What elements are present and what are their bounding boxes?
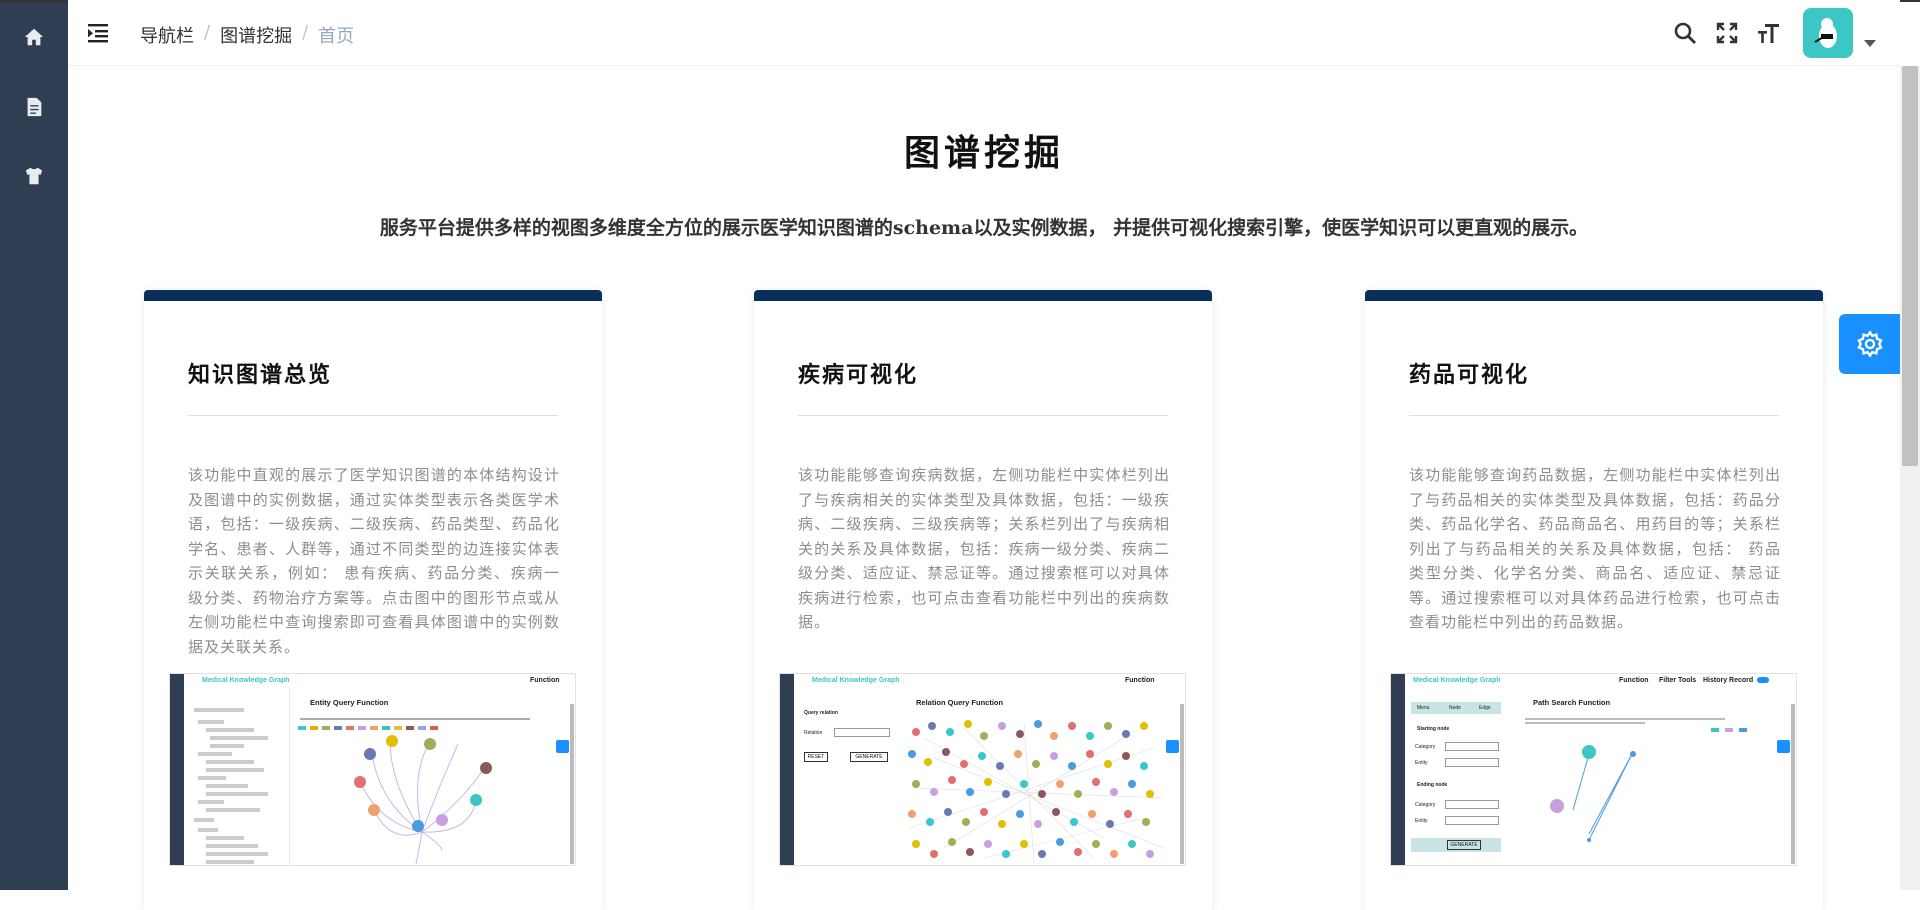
screenshot-gear-icon xyxy=(556,740,569,753)
sidebar-item-document[interactable] xyxy=(0,87,68,127)
screenshot-category-label: Category xyxy=(1415,744,1436,750)
screenshot-entity-label: Entity xyxy=(1415,760,1428,766)
search-icon xyxy=(1674,22,1696,44)
avatar-image-icon xyxy=(1814,18,1837,48)
sidebar xyxy=(0,0,68,890)
screenshot-generate-bar: GENERATE xyxy=(1411,838,1501,852)
screenshot-function-menu: Function xyxy=(1125,677,1155,684)
font-size-icon xyxy=(1758,24,1779,43)
screenshot-tab-node: Node xyxy=(1449,705,1461,711)
hamburger-button[interactable] xyxy=(86,20,112,46)
search-button[interactable] xyxy=(1670,18,1700,48)
screenshot-logo: Medical Knowledge Graph xyxy=(1413,677,1501,684)
screenshot-category-select-2 xyxy=(1445,800,1499,809)
screenshot-generate-button: GENERATE xyxy=(1447,840,1481,850)
screenshot-tab-menu: Menu xyxy=(1417,705,1430,711)
screenshot-tab-edge: Edge xyxy=(1479,705,1491,711)
sidebar-item-shirt[interactable] xyxy=(0,156,68,196)
screenshot-graph xyxy=(1525,718,1747,842)
card-screenshot[interactable]: Medical Knowledge Graph Function Query r… xyxy=(779,673,1186,866)
card-divider xyxy=(188,415,558,416)
menu-fold-icon xyxy=(88,24,108,43)
navbar: 导航栏 / 图谱挖掘 / 首页 xyxy=(68,0,1900,66)
screenshot-scrollbar xyxy=(1791,704,1795,864)
screenshot-toggle xyxy=(1757,677,1769,683)
breadcrumb-item[interactable]: 导航栏 xyxy=(140,22,194,48)
breadcrumb-separator: / xyxy=(204,22,211,43)
screenshot-relation-select xyxy=(834,728,890,737)
screenshot-scrollbar xyxy=(570,704,574,864)
card-divider xyxy=(1409,415,1779,416)
screenshot-gear-icon xyxy=(1166,740,1179,753)
card-text: 该功能中直观的展示了医学知识图谱的本体结构设计及图谱中的实例数据，通过实体类型表… xyxy=(188,466,560,656)
screenshot-scrollbar xyxy=(1180,704,1184,864)
screenshot-category-select xyxy=(1445,742,1499,751)
page-title: 图谱挖掘 xyxy=(903,132,1064,174)
breadcrumb-current: 首页 xyxy=(318,26,355,47)
screenshot-relation-label: Relation xyxy=(804,730,823,736)
screenshot-category-label-2: Category xyxy=(1415,802,1436,808)
card-disease-visualization[interactable]: 疾病可视化 该功能能够查询疾病数据，左侧功能栏中实体栏列出了与疾病相关的实体类型… xyxy=(754,290,1212,910)
screenshot-heading: Relation Query Function xyxy=(916,698,1004,707)
screenshot-logo: Medical Knowledge Graph xyxy=(812,677,900,684)
sidebar-item-home[interactable] xyxy=(0,17,68,57)
screenshot-gear-icon xyxy=(1777,740,1790,753)
card-screenshot[interactable]: Medical Knowledge Graph Function Entity … xyxy=(169,673,576,866)
screenshot-tabs: Menu Node Edge xyxy=(1411,702,1501,714)
card-knowledge-graph-overview[interactable]: 知识图谱总览 该功能中直观的展示了医学知识图谱的本体结构设计及图谱中的实例数据，… xyxy=(144,290,602,910)
fullscreen-button[interactable] xyxy=(1712,18,1742,48)
screenshot-heading: Entity Query Function xyxy=(310,698,389,707)
screenshot-entity-label-2: Entity xyxy=(1415,818,1428,824)
breadcrumb-separator: / xyxy=(302,22,309,43)
breadcrumb-item[interactable]: 图谱挖掘 xyxy=(220,22,292,48)
screenshot-sidebar xyxy=(1391,674,1405,865)
screenshot-function-menu: Function xyxy=(530,677,560,684)
screenshot-function-menu: Function xyxy=(1619,677,1649,684)
screenshot-sidebar xyxy=(780,674,794,865)
card-text: 该功能能够查询疾病数据，左侧功能栏中实体栏列出了与疾病相关的实体类型及具体数据，… xyxy=(798,466,1170,631)
screenshot-generate-button: GENERATE xyxy=(850,752,888,762)
page-description: 服务平台提供多样的视图多维度全方位的展示医学知识图谱的schema以及实例数据，… xyxy=(379,217,1589,239)
screenshot-heading: Path Search Function xyxy=(1533,698,1611,707)
font-size-button[interactable] xyxy=(1754,18,1784,48)
document-icon xyxy=(27,97,42,117)
card-title: 疾病可视化 xyxy=(798,362,919,388)
screenshot-filter-menu: Filter Tools xyxy=(1659,677,1697,684)
shirt-icon xyxy=(25,167,43,185)
avatar[interactable] xyxy=(1803,8,1853,58)
card-drug-visualization[interactable]: 药品可视化 该功能能够查询药品数据，左侧功能栏中实体栏列出了与药品相关的实体类型… xyxy=(1365,290,1823,910)
screenshot-graph xyxy=(298,718,530,864)
screenshot-entity-select-2 xyxy=(1445,816,1499,825)
screenshot-history-menu: History Record xyxy=(1703,677,1754,684)
screenshot-reset-button: RESET xyxy=(804,752,828,762)
screenshot-end-node: Ending node xyxy=(1417,782,1448,788)
tree-lines xyxy=(194,708,268,864)
screenshot-graph xyxy=(908,720,1165,864)
card-title: 药品可视化 xyxy=(1409,362,1530,388)
fullscreen-icon xyxy=(1716,22,1738,44)
card-screenshot[interactable]: Medical Knowledge Graph Function Filter … xyxy=(1390,673,1797,866)
screenshot-logo: Medical Knowledge Graph xyxy=(202,677,290,684)
settings-button[interactable] xyxy=(1839,314,1900,374)
card-text: 该功能能够查询药品数据，左侧功能栏中实体栏列出了与药品相关的实体类型及具体数据，… xyxy=(1409,466,1781,631)
chevron-down-icon[interactable] xyxy=(1864,40,1876,47)
scrollbar-thumb[interactable] xyxy=(1902,66,1918,466)
screenshot-start-node: Starting node xyxy=(1417,726,1450,732)
screenshot-entity-select xyxy=(1445,758,1499,767)
gear-icon xyxy=(1856,330,1883,358)
breadcrumb: 导航栏 / 图谱挖掘 / 首页 xyxy=(140,22,354,48)
screenshot-query-relation: Query relation xyxy=(804,710,838,716)
screenshot-sidebar xyxy=(170,674,184,865)
screenshot-tree-pane xyxy=(184,688,290,865)
home-icon xyxy=(24,28,44,46)
card-title: 知识图谱总览 xyxy=(188,362,333,388)
card-divider xyxy=(798,415,1168,416)
